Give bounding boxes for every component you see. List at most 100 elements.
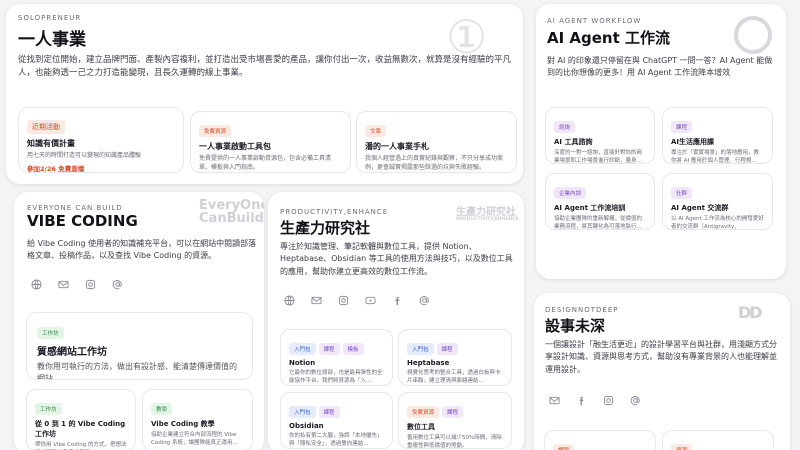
item-tag: 工作坊 [35,403,62,415]
vibe-item-0[interactable]: 工作坊 從 0 到 1 的 Vibe Coding 工作坊 帶你用 Vibe C… [26,389,136,450]
solo-item-0[interactable]: 近期活動 知識有價計畫 用七天的時間打造可以變現的知識產品體驗 參加2/26 免… [18,107,184,173]
mail-icon[interactable] [311,295,322,306]
card-ai-agent[interactable]: AI AGENT WORKFLOW AI Agent 工作流 對 AI 的印象還… [536,4,786,279]
item-highlight: 參加2/26 免費直播 [27,164,85,173]
youtube-icon[interactable] [365,295,376,306]
card-solopreneur[interactable]: ① SOLOPRENEUR 一人事業 從找到定位開始，建立品牌門面、產製內容複利… [6,4,523,184]
item-tag: 文章 [365,125,387,137]
card-design-not-deep[interactable]: DD DESIGNNOTDEEP 設事未深 一個讓設計「融生活更近」的設計學習平… [534,293,790,450]
vibe-social-links [31,279,123,290]
dd-social-links [549,395,641,406]
item-title: AI生活應用課 [671,138,715,146]
mail-icon[interactable] [58,279,69,290]
item-tag: 課程 [553,444,575,450]
card-productivity[interactable]: 生產力研究社 PRODUCTIVITY,ENHANCE PRODUCTIVITY… [268,192,524,450]
dd-title: 設事未深 [545,317,606,335]
ai-item-0[interactable]: 諮詢 AI 工具諮詢 深度的一對一諮詢，直接針對你的商業場景和工作場景進行診斷，… [545,107,655,164]
solo-item-2[interactable]: 文章 潘的一人事業手札 我個人經營過上的真實紀錄與觀察，不只分享成功案例，更會誠… [356,111,517,173]
prod-title: 生產力研究社 [280,219,371,237]
threads-icon[interactable] [112,279,123,290]
item-tag: 課程 [318,406,340,418]
ai-desc: 對 AI 的印象還只停留在與 ChatGPT 一問一答？AI Agent 能做到… [547,56,773,78]
item-title: 從 0 到 1 的 Vibe Coding 工作坊 [35,420,126,438]
instagram-icon[interactable] [85,279,96,290]
item-desc: 協助企業建立符合內部流程的 Vibe Coding 系統，讓團隊能真正運用... [151,432,238,446]
vibe-title: VIBE CODING [27,212,138,230]
card-vibe-coding[interactable]: EveryOne CanBuild. EVERYONE CAN BUILD VI… [14,192,264,450]
vibe-main-item[interactable]: 工作坊 質感網站工作坊 教你用可執行的方法，做出有設計感、能清楚傳達價值的網站。 [26,312,253,380]
item-title: Obsidian [289,422,324,430]
item-title: 數位工具 [407,423,435,431]
prod-item-1[interactable]: 入門包 課程 Heptabase 視覺化思考的整合工具，透過白板與卡片串聯，建立理… [398,329,512,386]
ai-item-3[interactable]: 社群 AI Agent 交流群 以 AI Agent 工作流為核心的開發愛好者的… [662,173,773,230]
prod-item-3[interactable]: 免費資源 課程 數位工具 善用數位工具可以減少50%時間，清除重複性與低價值的勞動… [398,392,512,449]
ai-item-2[interactable]: 企業內訓 AI Agent 工作流培訓 協助企業團隊的重新解構，從價值的業務流程… [545,173,655,230]
prod-item-0[interactable]: 入門包 課程 模板 Notion 它最你的數位總部，也是最具彈性的全能協作平台，我們… [280,329,393,386]
dd-item-1[interactable]: 資源 [662,430,774,450]
item-title: AI Agent 工作流培訓 [554,204,626,212]
facebook-icon[interactable] [392,295,403,306]
item-tag: 資源 [671,444,693,450]
item-desc: 教你用可執行的方法，做出有設計感、能清楚傳達價值的網站。 [37,362,237,380]
solo-desc: 從找到定位開始，建立品牌門面、產製內容複利，並打造出受市場喜愛的產品，讓你付出一… [18,55,512,79]
item-title: 一人事業啟動工具包 [199,142,271,151]
solo-title: 一人事業 [18,30,86,50]
item-tag: 入門包 [289,406,316,418]
item-tag: 工作坊 [37,327,64,339]
dd-desc: 一個讓設計「融生活更近」的設計學習平台與社群，用淺顯方式分享設計知識、資源與思考… [545,340,777,374]
item-desc: 深度的一對一諮詢，直接針對你的商業場景和工作場景進行診斷，量身... [554,150,643,164]
facebook-icon[interactable] [576,395,587,406]
item-tag: 免費資源 [199,125,232,137]
item-tag: 課程 [442,406,464,418]
item-tag: 入門包 [407,343,434,355]
instagram-icon[interactable] [603,395,614,406]
item-title: Heptabase [407,359,450,367]
item-desc: 視覺化思考的整合工具，透過白板與卡片串聯，建立理清與脈絡連結... [407,370,501,384]
vibe-item-1[interactable]: 教學 Vibe Coding 教學 協助企業建立符合內部流程的 Vibe Cod… [142,389,253,450]
item-title: 潘的一人事業手札 [365,142,429,151]
item-desc: 善用數位工具可以減少50%時間，清除重複性與低價值的勞動。 [407,435,502,449]
solo-item-1[interactable]: 免費資源 一人事業啟動工具包 免費提供的一人事業啟動資源包，包含必備工具清單、模… [190,111,351,173]
item-tag: 課程 [671,121,693,133]
prod-item-2[interactable]: 入門包 課程 Obsidian 你的私有第二大腦，強調「本地優先」與「隱私安全」，… [280,392,393,449]
vibe-eyebrow: EVERYONE CAN BUILD [27,204,123,212]
dd-item-0[interactable]: 課程 [544,430,656,450]
item-tag: 課程 [436,343,458,355]
item-tag: 入門包 [289,343,316,355]
compass-icon [732,14,774,60]
globe-icon[interactable] [31,279,42,290]
deco-productivity-zh: 生產力研究社 [456,207,516,218]
globe-icon[interactable] [284,295,295,306]
item-desc: 協助企業團隊的重新解構，從價值的業務流程，將其轉化為可落地執行... [554,216,643,230]
prod-social-links [284,295,430,306]
item-tag: 模板 [342,343,364,355]
item-desc: 以 AI Agent 工作流為核心的開發愛好者的交流群（Antigravity、… [671,216,764,230]
threads-icon[interactable] [630,395,641,406]
item-title: AI Agent 交流群 [671,204,729,212]
item-desc: 專注於「實實場景」的落地應用，教你將 AI 應用於個人管理、行程規... [671,150,760,164]
item-desc: 你的私有第二大腦，強調「本地優先」與「隱私安全」，透過雙向連結... [289,433,383,447]
item-tag: 教學 [151,403,173,415]
item-tag: 免費資源 [407,406,440,418]
item-tag: 社群 [671,187,693,199]
solo-eyebrow: SOLOPRENEUR [18,14,82,22]
item-desc: 帶你用 Vibe Coding 的方式，把想法變成可用的系統或產品。 [35,442,127,450]
mail-icon[interactable] [549,395,560,406]
item-title: Notion [289,359,316,367]
ai-title: AI Agent 工作流 [547,29,671,47]
item-tag: 諮詢 [554,121,576,133]
item-title: 知識有價計畫 [27,139,75,148]
item-tag: 近期活動 [27,120,65,134]
threads-icon[interactable] [419,295,430,306]
item-title: AI 工具諮詢 [554,138,593,146]
item-tag: 課程 [318,343,340,355]
item-title: 質感網站工作坊 [37,347,107,358]
instagram-icon[interactable] [338,295,349,306]
item-desc: 免費提供的一人事業啟動資源包，包含必備工具清單、模板與入門指南。 [199,155,332,171]
deco-dd-logo: DD [738,303,763,322]
prod-eyebrow: PRODUCTIVITY,ENHANCE [280,208,389,216]
item-tag: 企業內訓 [554,187,587,199]
deco-productivity-en: PRODUCTIVITY,ENHANCE [456,217,519,222]
prod-desc: 專注於知識管理、筆記軟體與數位工具，提供 Notion、Heptabase、Ob… [280,242,513,276]
ai-item-1[interactable]: 課程 AI生活應用課 專注於「實實場景」的落地應用，教你將 AI 應用於個人管理… [662,107,773,164]
